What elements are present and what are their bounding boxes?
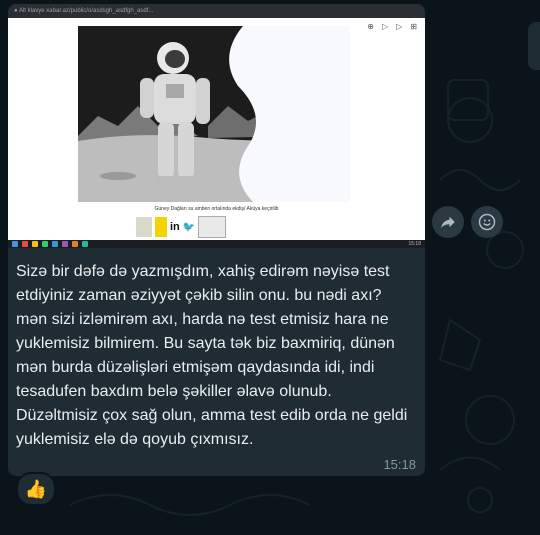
twitter-icon: 🐦 xyxy=(182,221,196,233)
forward-icon xyxy=(441,216,455,228)
browser-page: ⊕ ▷ ▷ ⊞ Güney Dağları su amben ortalında… xyxy=(8,18,425,240)
astronaut-image xyxy=(78,26,350,202)
app-icon xyxy=(42,241,48,247)
next-icon: ▷ xyxy=(396,22,403,31)
message-time: 15:18 xyxy=(383,457,416,472)
linkedin-icon: in xyxy=(170,221,180,233)
start-icon xyxy=(12,241,18,247)
thumbnail-yellow xyxy=(155,217,167,237)
grid-icon: ⊞ xyxy=(410,22,417,31)
image-attachment[interactable]: ● Alt klavye xabar.az/public/o/asdsgh_as… xyxy=(8,4,425,248)
image-caption: Güney Dağları su amben ortalında ekdiş/ … xyxy=(154,206,279,212)
app-icon xyxy=(72,241,78,247)
taskbar-clock: 15:18 xyxy=(408,241,421,247)
share-row: in 🐦 xyxy=(136,216,227,238)
zoom-icon: ⊕ xyxy=(367,22,374,31)
browser-address-bar: ● Alt klavye xabar.az/public/o/asdsgh_as… xyxy=(8,4,425,18)
thumbnail-small xyxy=(198,216,227,238)
thumbnail xyxy=(136,217,152,237)
reaction-badge[interactable]: 👍 xyxy=(16,472,56,506)
app-icon xyxy=(22,241,28,247)
app-icon xyxy=(82,241,88,247)
smiley-icon xyxy=(478,213,496,231)
app-icon xyxy=(52,241,58,247)
play-icon: ▷ xyxy=(381,22,389,31)
app-icon xyxy=(62,241,68,247)
thumbs-up-icon: 👍 xyxy=(24,478,48,499)
app-icon xyxy=(32,241,38,247)
message-text: Sizə bir dəfə də yazmışdım, xahiş edirəm… xyxy=(16,263,408,448)
forward-button[interactable] xyxy=(432,206,464,238)
message-bubble[interactable]: ● Alt klavye xabar.az/public/o/asdsgh_as… xyxy=(8,4,425,476)
adjacent-panel-edge xyxy=(528,22,540,70)
react-button[interactable] xyxy=(471,206,503,238)
os-taskbar: 15:18 xyxy=(8,240,425,248)
image-tools: ⊕ ▷ ▷ ⊞ xyxy=(367,22,417,31)
